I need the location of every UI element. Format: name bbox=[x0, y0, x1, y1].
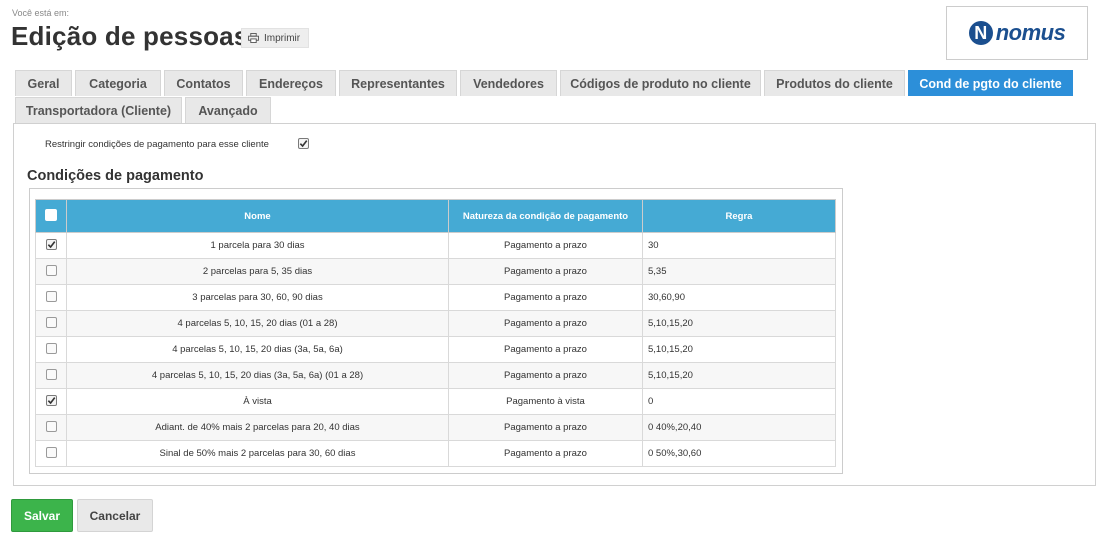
row-checkbox[interactable] bbox=[45, 264, 57, 276]
tab-transportadora[interactable]: Transportadora (Cliente) bbox=[15, 97, 182, 123]
cell-natureza: Pagamento a prazo bbox=[448, 414, 643, 441]
cell-regra: 5,35 bbox=[642, 258, 836, 285]
check-icon bbox=[47, 241, 55, 249]
row-checkbox[interactable] bbox=[45, 290, 57, 302]
cell-regra: 30,60,90 bbox=[642, 284, 836, 311]
table-row[interactable]: Adiant. de 40% mais 2 parcelas para 20, … bbox=[35, 414, 836, 441]
printer-icon bbox=[248, 33, 259, 43]
table-row[interactable]: 3 parcelas para 30, 60, 90 dias Pagamento… bbox=[35, 284, 836, 311]
table-row[interactable]: 2 parcelas para 5, 35 dias Pagamento a pr… bbox=[35, 258, 836, 285]
tab-categoria[interactable]: Categoria bbox=[75, 70, 161, 96]
cell-regra: 0 40%,20,40 bbox=[642, 414, 836, 441]
restrict-checkbox[interactable] bbox=[298, 138, 309, 149]
cell-natureza: Pagamento a prazo bbox=[448, 284, 643, 311]
row-checkbox[interactable] bbox=[45, 239, 57, 250]
check-icon bbox=[47, 397, 55, 405]
row-select-cell bbox=[35, 310, 67, 337]
cell-nome: Sinal de 50% mais 2 parcelas para 30, 60… bbox=[66, 440, 449, 467]
cancel-button[interactable]: Cancelar bbox=[77, 499, 153, 532]
logo-mark: N bbox=[968, 21, 993, 45]
tab-vendedores[interactable]: Vendedores bbox=[460, 70, 557, 96]
cell-natureza: Pagamento à vista bbox=[448, 388, 643, 415]
conditions-table: Nome Natureza da condição de pagamento R… bbox=[35, 199, 836, 467]
cell-nome: 3 parcelas para 30, 60, 90 dias bbox=[66, 284, 449, 311]
page-title: Edição de pessoas bbox=[11, 21, 249, 51]
tab-cond-pgto[interactable]: Cond de pgto do cliente bbox=[908, 70, 1073, 96]
row-checkbox[interactable] bbox=[45, 395, 57, 406]
cell-nome: 4 parcelas 5, 10, 15, 20 dias (3a, 5a, 6… bbox=[66, 336, 449, 363]
tab-produtos-cliente[interactable]: Produtos do cliente bbox=[764, 70, 905, 96]
row-select-cell bbox=[35, 414, 67, 441]
cell-natureza: Pagamento a prazo bbox=[448, 440, 643, 467]
cell-nome: 4 parcelas 5, 10, 15, 20 dias (3a, 5a, 6… bbox=[66, 362, 449, 389]
logo-text: nomus bbox=[995, 20, 1066, 45]
row-select-cell bbox=[35, 258, 67, 285]
cell-regra: 5,10,15,20 bbox=[642, 362, 836, 389]
row-select-cell bbox=[35, 388, 67, 415]
print-button[interactable]: Imprimir bbox=[241, 28, 310, 48]
tab-avancado[interactable]: Avançado bbox=[185, 97, 271, 123]
row-checkbox[interactable] bbox=[45, 446, 57, 458]
select-all-checkbox[interactable] bbox=[45, 208, 57, 221]
print-label: Imprimir bbox=[264, 32, 301, 44]
tab-codigos-produto[interactable]: Códigos de produto no cliente bbox=[560, 70, 761, 96]
col-header-nome[interactable]: Nome bbox=[66, 199, 449, 233]
cell-natureza: Pagamento a prazo bbox=[448, 362, 643, 389]
check-icon bbox=[299, 140, 308, 148]
tab-enderecos[interactable]: Endereços bbox=[246, 70, 336, 96]
row-checkbox[interactable] bbox=[45, 342, 57, 354]
row-select-cell bbox=[35, 284, 67, 311]
section-title: Condições de pagamento bbox=[27, 168, 204, 184]
row-checkbox[interactable] bbox=[45, 368, 57, 380]
col-header-regra[interactable]: Regra bbox=[642, 199, 836, 233]
row-select-cell bbox=[35, 232, 67, 259]
col-header-natureza[interactable]: Natureza da condição de pagamento bbox=[448, 199, 643, 233]
table-row[interactable]: À vista Pagamento à vista 0 bbox=[35, 388, 836, 415]
cell-nome: À vista bbox=[66, 388, 449, 415]
table-row[interactable]: 4 parcelas 5, 10, 15, 20 dias (3a, 5a, 6… bbox=[35, 362, 836, 389]
cell-regra: 5,10,15,20 bbox=[642, 310, 836, 337]
tab-geral[interactable]: Geral bbox=[15, 70, 72, 96]
select-all-header bbox=[35, 199, 67, 233]
row-select-cell bbox=[35, 362, 67, 389]
cell-natureza: Pagamento a prazo bbox=[448, 232, 643, 259]
conditions-table-container: Nome Natureza da condição de pagamento R… bbox=[29, 188, 843, 474]
restrict-label: Restringir condições de pagamento para e… bbox=[45, 139, 269, 150]
row-select-cell bbox=[35, 440, 67, 467]
logo: N nomus bbox=[946, 6, 1088, 60]
tab-contatos[interactable]: Contatos bbox=[164, 70, 243, 96]
cell-natureza: Pagamento a prazo bbox=[448, 310, 643, 337]
row-select-cell bbox=[35, 336, 67, 363]
cell-nome: 2 parcelas para 5, 35 dias bbox=[66, 258, 449, 285]
breadcrumb: Você está em: bbox=[12, 8, 70, 18]
table-row[interactable]: 4 parcelas 5, 10, 15, 20 dias (3a, 5a, 6… bbox=[35, 336, 836, 363]
cell-natureza: Pagamento a prazo bbox=[448, 336, 643, 363]
cell-regra: 0 50%,30,60 bbox=[642, 440, 836, 467]
cell-nome: Adiant. de 40% mais 2 parcelas para 20, … bbox=[66, 414, 449, 441]
row-checkbox[interactable] bbox=[45, 316, 57, 328]
cell-regra: 5,10,15,20 bbox=[642, 336, 836, 363]
cell-regra: 30 bbox=[642, 232, 836, 259]
cell-regra: 0 bbox=[642, 388, 836, 415]
cell-nome: 4 parcelas 5, 10, 15, 20 dias (01 a 28) bbox=[66, 310, 449, 337]
table-row[interactable]: Sinal de 50% mais 2 parcelas para 30, 60… bbox=[35, 440, 836, 467]
cell-natureza: Pagamento a prazo bbox=[448, 258, 643, 285]
table-row[interactable]: 1 parcela para 30 dias Pagamento a prazo 3… bbox=[35, 232, 836, 259]
table-row[interactable]: 4 parcelas 5, 10, 15, 20 dias (01 a 28) P… bbox=[35, 310, 836, 337]
cell-nome: 1 parcela para 30 dias bbox=[66, 232, 449, 259]
save-button[interactable]: Salvar bbox=[11, 499, 73, 532]
row-checkbox[interactable] bbox=[45, 420, 57, 432]
tab-representantes[interactable]: Representantes bbox=[339, 70, 457, 96]
